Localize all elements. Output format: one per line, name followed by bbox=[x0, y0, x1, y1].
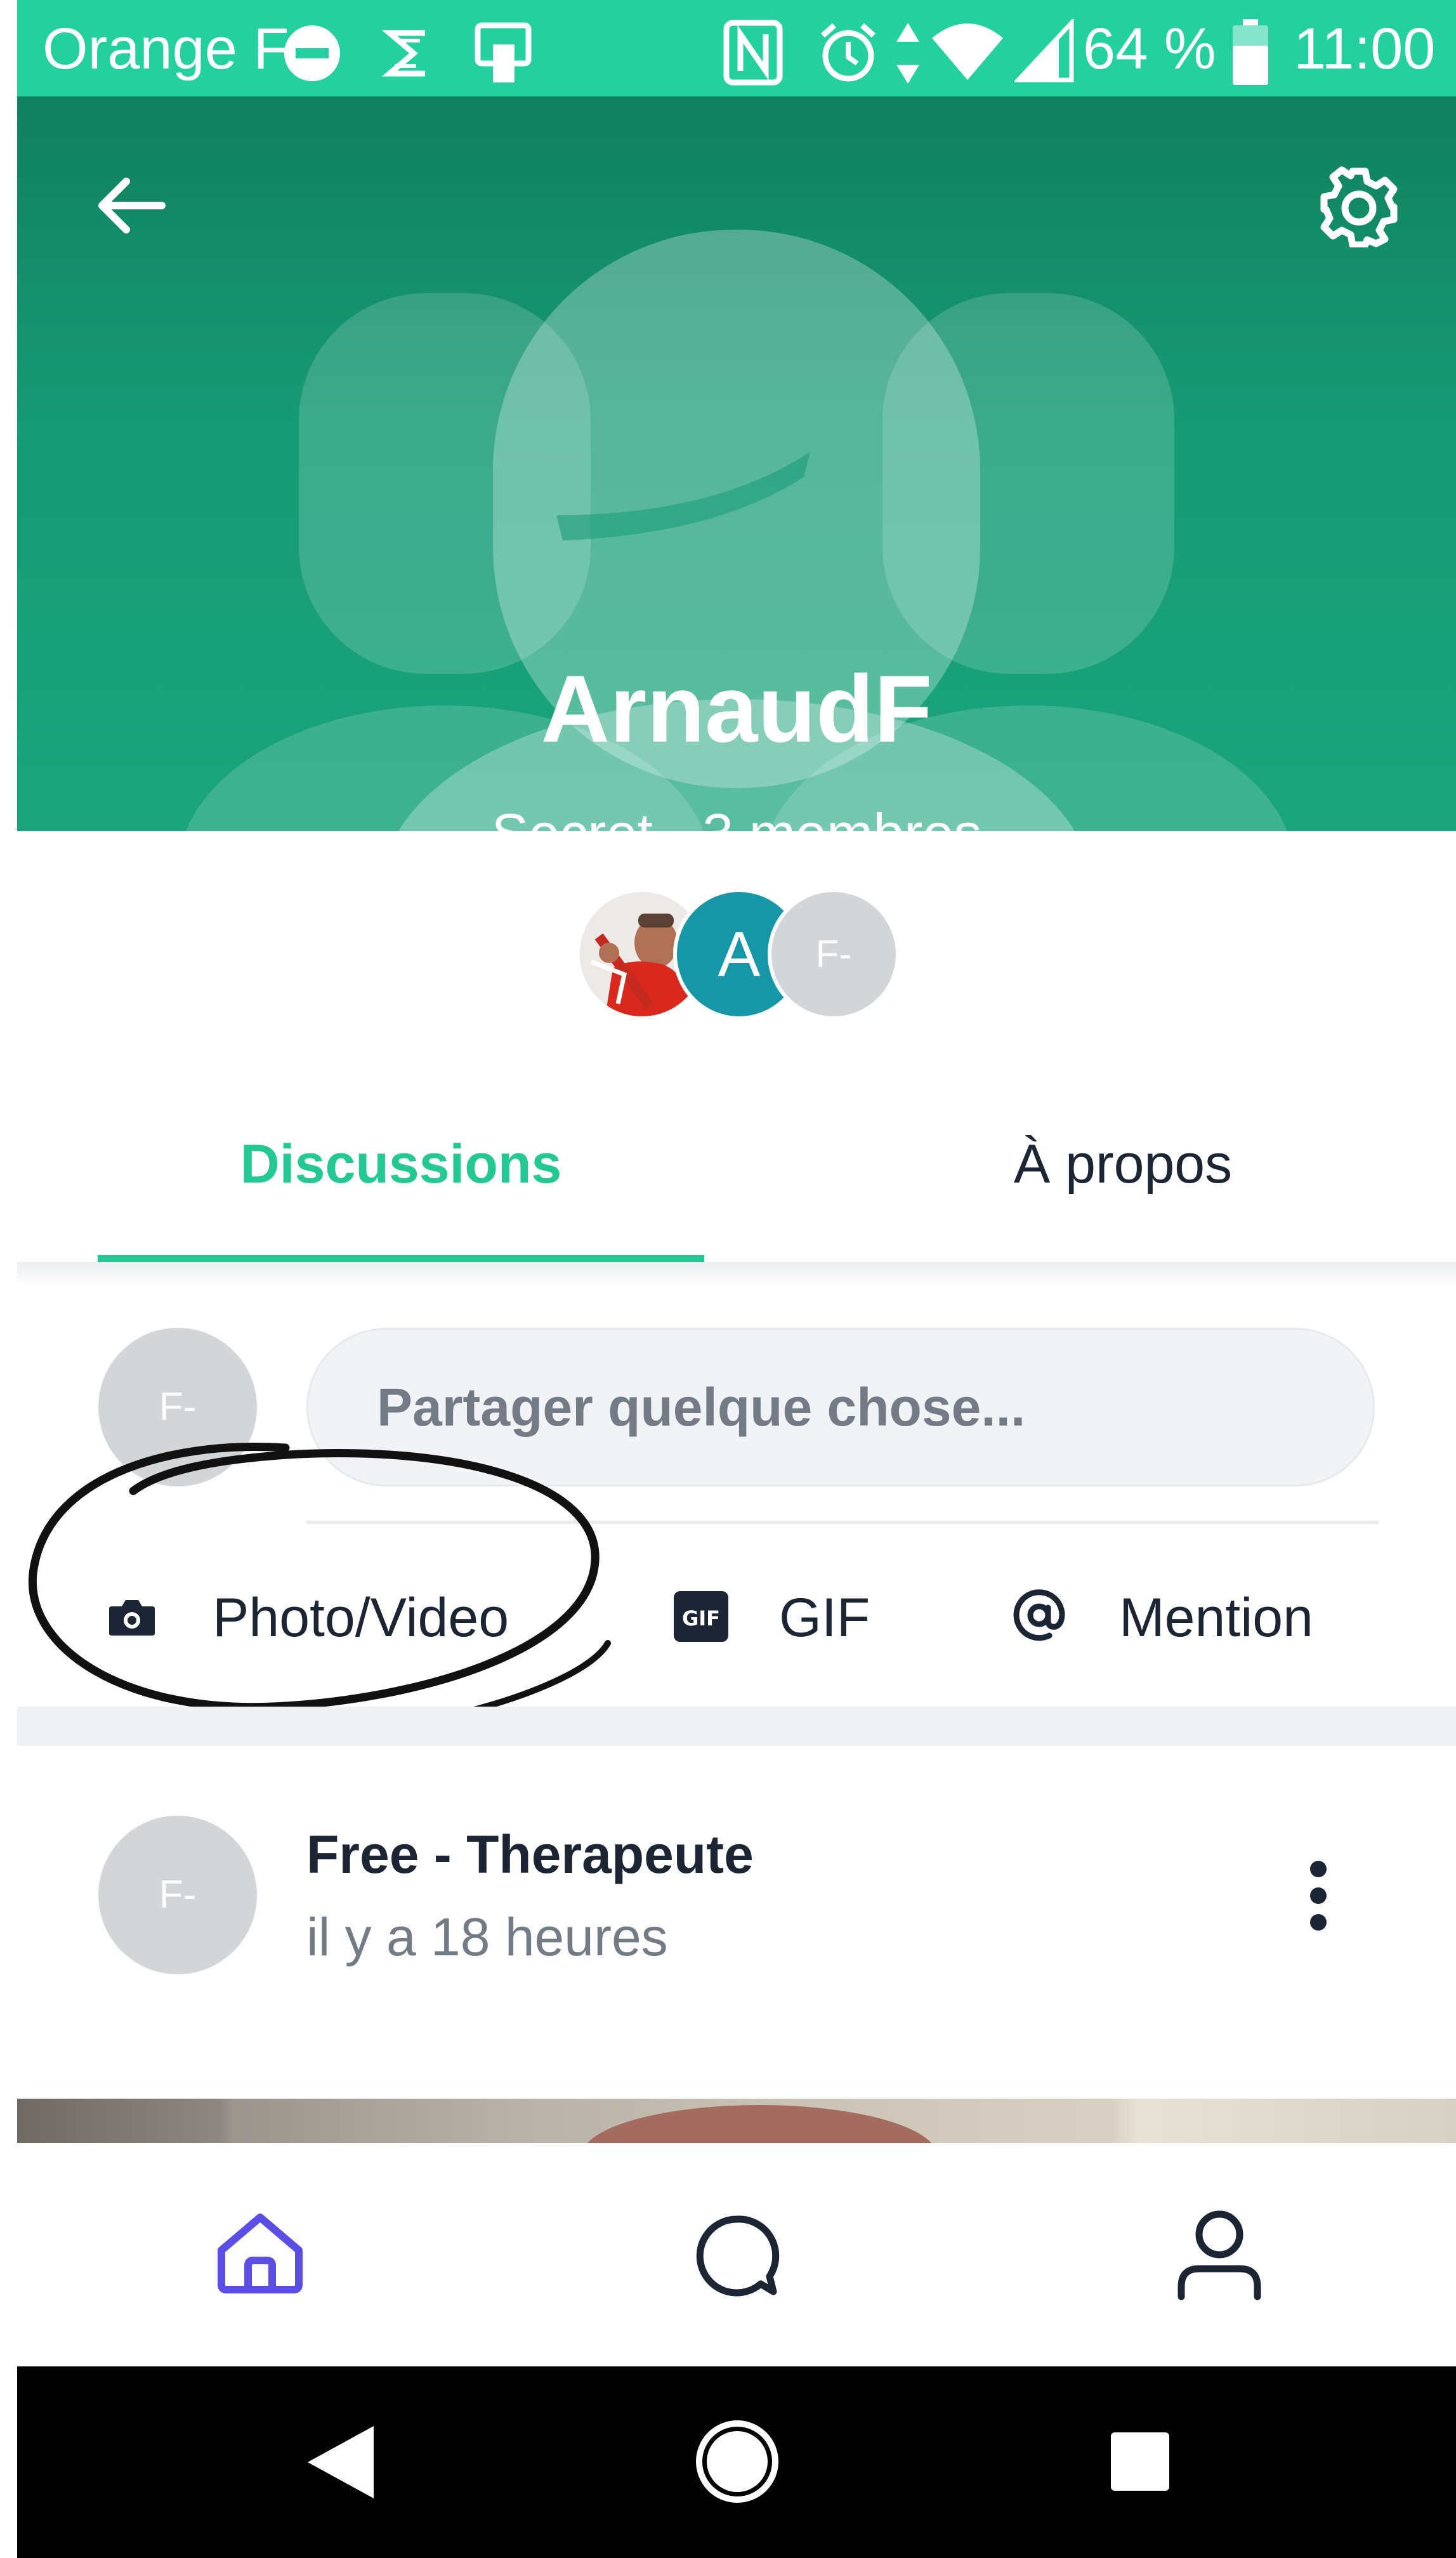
chat-icon[interactable] bbox=[692, 2212, 781, 2300]
gif-icon: GIF bbox=[674, 1591, 728, 1642]
more-vertical-icon[interactable] bbox=[1299, 1858, 1337, 1934]
tab-discussions[interactable]: Discussions bbox=[98, 1129, 704, 1199]
data-arrows-icon bbox=[896, 23, 919, 84]
at-icon bbox=[1013, 1589, 1065, 1641]
gear-icon[interactable] bbox=[1318, 165, 1400, 247]
back-triangle-icon[interactable] bbox=[300, 2422, 381, 2502]
tab-about[interactable]: À propos bbox=[825, 1129, 1421, 1199]
mention-label: Mention bbox=[1119, 1587, 1313, 1648]
status-bar: Orange F 64 % 11:00 bbox=[17, 0, 1456, 96]
left-edge bbox=[0, 0, 17, 2558]
post-timestamp: il y a 18 heures bbox=[306, 1907, 668, 1967]
bottom-navigation bbox=[17, 2143, 1456, 2366]
system-navigation-bar bbox=[17, 2366, 1456, 2558]
clock: 11:00 bbox=[1294, 16, 1436, 81]
recents-square-icon[interactable] bbox=[1108, 2430, 1172, 2493]
carrier-name: Orange F bbox=[43, 16, 289, 81]
post-author-name[interactable]: Free - Therapeute bbox=[306, 1820, 754, 1889]
wifi-icon bbox=[932, 23, 1003, 80]
home-icon[interactable] bbox=[213, 2210, 308, 2296]
member-avatar-f[interactable]: F- bbox=[768, 888, 900, 1020]
group-header: ArnaudF Secret · 3 membres bbox=[17, 96, 1456, 831]
gif-button[interactable]: GIF GIF bbox=[660, 1542, 914, 1694]
group-meta: Secret · 3 membres bbox=[17, 799, 1456, 831]
arrow-left-icon[interactable] bbox=[93, 167, 169, 244]
post-image[interactable] bbox=[17, 2099, 1456, 2143]
post-image-subject bbox=[582, 2105, 937, 2143]
alarm-icon bbox=[821, 23, 876, 82]
do-not-disturb-icon bbox=[284, 25, 340, 81]
sim-icon bbox=[475, 22, 532, 82]
active-tab-indicator bbox=[98, 1255, 704, 1262]
battery-icon bbox=[1233, 19, 1268, 85]
svg-text:GIF: GIF bbox=[682, 1606, 720, 1630]
post-author-avatar[interactable]: F- bbox=[98, 1816, 257, 1974]
section-separator bbox=[17, 1707, 1456, 1746]
s-app-icon bbox=[381, 30, 425, 77]
mention-button[interactable]: Mention bbox=[996, 1542, 1389, 1694]
gif-label: GIF bbox=[779, 1587, 870, 1648]
signal-icon bbox=[1014, 19, 1074, 82]
tab-shadow bbox=[17, 1262, 1456, 1287]
highlight-circle-annotation bbox=[28, 1443, 611, 1722]
nfc-icon bbox=[723, 20, 783, 86]
group-name: ArnaudF bbox=[541, 655, 933, 762]
home-circle-icon[interactable] bbox=[693, 2417, 782, 2506]
battery-percent: 64 % bbox=[1083, 16, 1216, 81]
profile-icon[interactable] bbox=[1175, 2207, 1264, 2302]
